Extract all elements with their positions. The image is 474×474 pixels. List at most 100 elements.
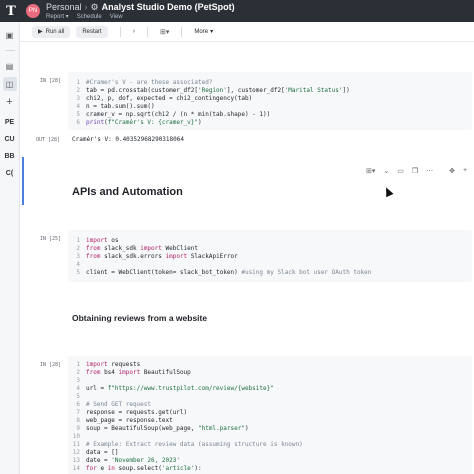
code-token: 'November 26, 2023' xyxy=(111,457,180,464)
chevron-right-icon[interactable]: › xyxy=(133,28,135,35)
code-token: from xyxy=(86,245,101,252)
move-icon[interactable]: ✥ xyxy=(449,167,455,175)
restart-label: Restart xyxy=(82,28,102,35)
code-token: bs4 xyxy=(100,369,119,376)
breadcrumb: Personal › ⚙ Analyst Studio Demo (PetSpo… xyxy=(46,1,235,12)
code-token: ) xyxy=(244,425,249,432)
left-rail: ▣ ▤ ◫ + PE CU BB C( xyxy=(0,22,20,474)
code-token: client = WebClient(token= slack_bot_toke… xyxy=(86,269,242,276)
add-cell-icon[interactable]: ⊞▾ xyxy=(160,28,169,36)
code-cell[interactable]: 1 import requests 2 from bs4 import Beautif… xyxy=(68,356,472,474)
header-text: Personal › ⚙ Analyst Studio Demo (PetSpo… xyxy=(46,1,235,20)
code-token: ]) xyxy=(342,87,350,94)
schema-icon[interactable]: ◫ xyxy=(2,77,17,91)
code-token: n = tab.sum().sum() xyxy=(86,103,155,110)
analyst-icon: ⚙ xyxy=(90,1,99,12)
mouse-cursor xyxy=(382,185,394,198)
code-token: soup.select( xyxy=(114,465,162,472)
avatar[interactable]: PN xyxy=(26,4,40,18)
code-token: ) xyxy=(198,119,202,126)
code-token: # Send GET request xyxy=(86,401,152,408)
code-cell[interactable]: 1 #Cramer's V - are these associated? 2 tab… xyxy=(68,72,472,130)
code-token: response = requests.get(url) xyxy=(86,409,188,416)
code-token: tab = pd.crosstab(customer_df2[ xyxy=(86,87,198,94)
chevron-down-icon[interactable]: ⌄ xyxy=(383,167,389,175)
code-token: requests xyxy=(107,361,141,368)
code-token: for xyxy=(86,465,97,472)
code-token: 'Region' xyxy=(197,87,227,94)
run-all-label: Run all xyxy=(45,28,65,35)
comment-icon[interactable]: ▭ xyxy=(397,167,404,175)
cell-label: IN [28] xyxy=(40,78,62,84)
cell-label: IN [25] xyxy=(40,236,62,242)
code-token: slack_sdk.errors xyxy=(100,253,166,260)
code-token: data = [] xyxy=(86,449,119,456)
code-token: chi2, p, dof, expected = chi2_contingenc… xyxy=(86,95,253,102)
rail-item-bb[interactable]: BB xyxy=(2,153,18,160)
code-token: e xyxy=(96,465,108,472)
chevron-down-icon: ▾ xyxy=(210,29,214,35)
toolbar-separator xyxy=(181,26,183,37)
output-label: OUT [28] xyxy=(36,137,61,143)
line-number: 14 xyxy=(72,465,80,472)
code-token: f"https://www.trustpilot.com/review/{web… xyxy=(107,385,274,392)
panel-icon[interactable]: ▣ xyxy=(3,28,17,42)
rail-item-cu[interactable]: CU xyxy=(2,136,18,143)
code-token: # Example: Extract review data (assuming… xyxy=(86,441,303,448)
rail-item-pe[interactable]: PE xyxy=(2,119,18,126)
code-cell[interactable]: 1 import os 2 from slack_sdk import WebClie… xyxy=(68,230,472,282)
code-line: 14 for e in soup.select('article'): xyxy=(68,464,202,473)
database-icon[interactable]: ▤ xyxy=(3,59,17,73)
code-token: f"Cramér's V: {cramer_v}" xyxy=(107,119,198,126)
code-token: SlackApiError xyxy=(187,253,238,260)
cell-tools: ⊞▾ ⌄ ▭ ❐ ⋯ ✥ + xyxy=(366,167,467,175)
code-token: slack_sdk xyxy=(100,245,141,252)
code-token: WebClient xyxy=(161,245,199,252)
code-token: print xyxy=(86,119,105,126)
add-cell-icon[interactable]: ⊞▾ xyxy=(366,167,375,175)
run-all-button[interactable]: ▶ Run all xyxy=(32,25,71,38)
cell-label: IN [28] xyxy=(40,362,62,368)
line-number: 6 xyxy=(76,119,80,126)
code-token: import xyxy=(165,253,188,260)
code-token: cramer_v = np.sqrt(chi2 / (n * min(tab.s… xyxy=(86,111,271,118)
code-token: ): xyxy=(194,465,202,472)
code-token: from xyxy=(86,253,101,260)
code-line: 3 from slack_sdk.errors import SlackApiEr… xyxy=(68,252,238,261)
code-line: 4 url = f"https://www.trustpilot.com/revi… xyxy=(68,384,274,393)
notebook-toolbar: ▶ Run all Restart › ⊞▾ More ▾ xyxy=(20,22,474,42)
output-text: Cramér's V: 0.40352968290318064 xyxy=(72,136,184,143)
code-token: import xyxy=(86,237,108,244)
toolbar-separator xyxy=(147,26,148,37)
nav-schedule[interactable]: Schedule xyxy=(77,14,102,20)
selection-bar xyxy=(22,157,24,205)
app-logo[interactable]: T xyxy=(0,0,22,22)
code-line: 5 client = WebClient(token= slack_bot_tok… xyxy=(68,268,371,277)
rail-item-c[interactable]: C( xyxy=(2,170,18,177)
code-token: import xyxy=(118,369,141,376)
restart-button[interactable]: Restart xyxy=(76,25,108,38)
layers-icon[interactable]: ❐ xyxy=(412,167,418,175)
header-nav: Report ▾ Schedule View xyxy=(46,14,235,20)
code-token: import xyxy=(140,245,162,252)
nav-view[interactable]: View xyxy=(110,14,123,20)
more-icon[interactable]: ⋯ xyxy=(426,167,433,175)
code-line: 2 from bs4 import BeautifulSoup xyxy=(68,368,191,377)
nav-report[interactable]: Report ▾ xyxy=(46,14,69,20)
breadcrumb-separator: › xyxy=(84,1,88,12)
code-token: os xyxy=(107,237,119,244)
code-token: url = xyxy=(86,385,108,392)
page-title[interactable]: Analyst Studio Demo (PetSpot) xyxy=(102,2,235,12)
heading-apis: APIs and Automation xyxy=(72,186,183,198)
code-line: 9 soup = BeautifulSoup(web_page, "html.pa… xyxy=(68,424,249,433)
play-icon: ▶ xyxy=(38,29,43,35)
add-icon[interactable]: + xyxy=(3,95,17,109)
add-icon[interactable]: + xyxy=(463,167,467,175)
line-number: 5 xyxy=(76,269,80,276)
more-button[interactable]: More ▾ xyxy=(194,28,214,36)
workspace-link[interactable]: Personal xyxy=(46,2,82,12)
toolbar-separator xyxy=(119,26,121,37)
code-token: ], customer_df2[ xyxy=(226,87,285,94)
code-token: #Cramer's V - are these associated? xyxy=(86,79,213,86)
code-token: BeautifulSoup xyxy=(140,369,191,376)
